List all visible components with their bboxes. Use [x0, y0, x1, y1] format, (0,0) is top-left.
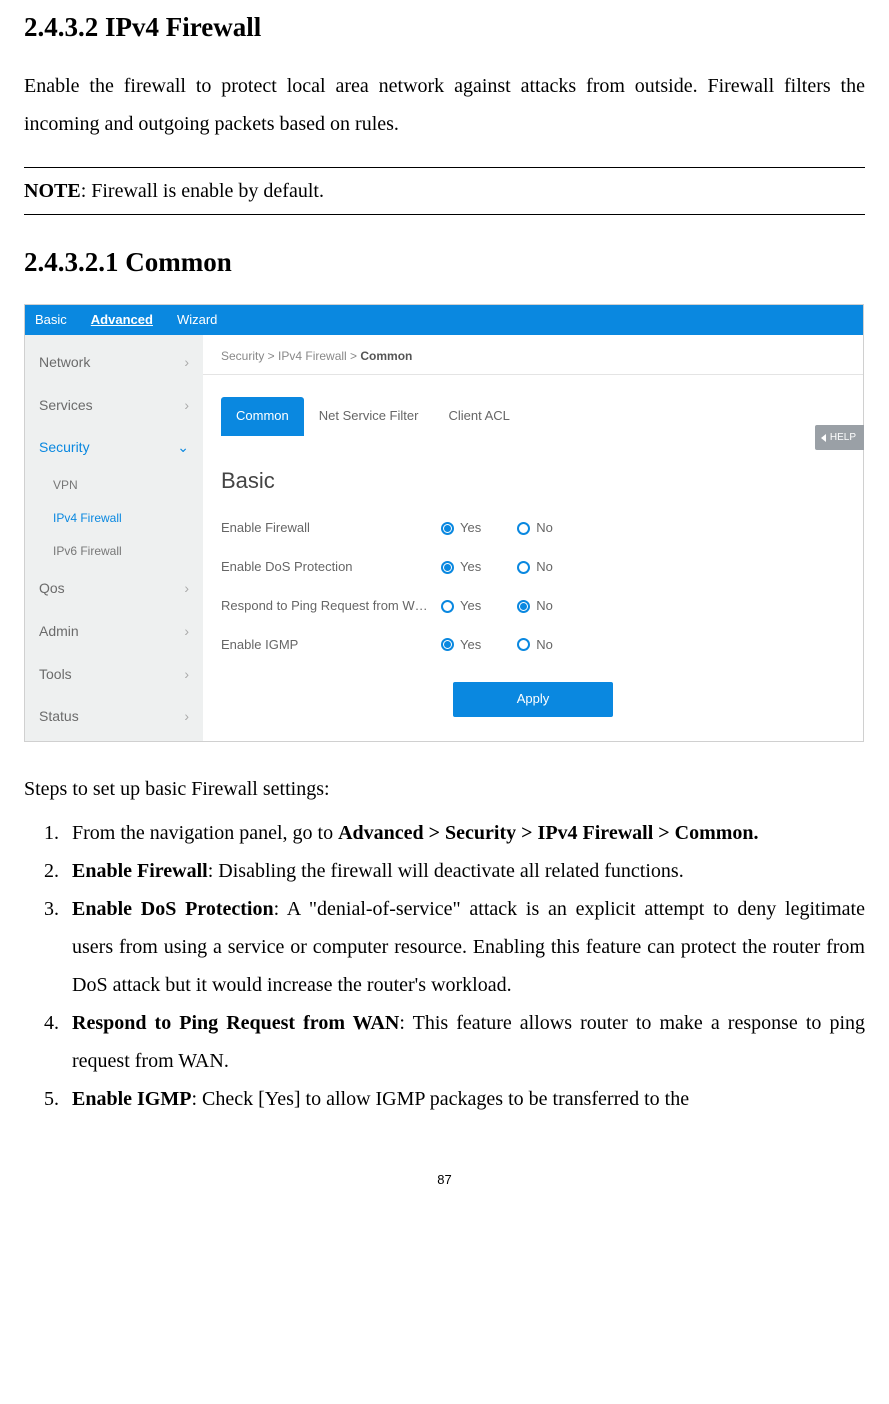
- tab-advanced[interactable]: Advanced: [91, 308, 153, 333]
- form-label: Enable IGMP: [221, 633, 441, 658]
- radio-dot-icon: [441, 638, 454, 651]
- sidebar-subitem-vpn[interactable]: VPN: [25, 469, 203, 502]
- page-number: 87: [24, 1168, 865, 1193]
- step-5: Enable IGMP: Check [Yes] to allow IGMP p…: [64, 1080, 865, 1118]
- basic-form: Enable Firewall Yes No Enable DoS Protec…: [203, 509, 863, 664]
- radio-dot-icon: [517, 522, 530, 535]
- top-tabs: Basic Advanced Wizard: [25, 305, 863, 335]
- form-row-enable-igmp: Enable IGMP Yes No: [221, 626, 845, 665]
- sidebar-item-admin[interactable]: Admin ›: [25, 610, 203, 653]
- subtab-net-service-filter[interactable]: Net Service Filter: [304, 397, 434, 436]
- radio-label: Yes: [460, 516, 481, 541]
- intro-paragraph: Enable the firewall to protect local are…: [24, 67, 865, 143]
- step-1: From the navigation panel, go to Advance…: [64, 814, 865, 852]
- form-row-enable-firewall: Enable Firewall Yes No: [221, 509, 845, 548]
- breadcrumb-path: Security > IPv4 Firewall >: [221, 349, 360, 363]
- radio-no[interactable]: No: [517, 633, 553, 658]
- form-label: Enable Firewall: [221, 516, 441, 541]
- radio-label: No: [536, 633, 553, 658]
- sidebar-item-tools[interactable]: Tools ›: [25, 653, 203, 696]
- chevron-right-icon: ›: [184, 575, 189, 602]
- step-2: Enable Firewall: Disabling the firewall …: [64, 852, 865, 890]
- chevron-right-icon: ›: [184, 349, 189, 376]
- triangle-left-icon: [821, 434, 826, 442]
- sidebar-item-status[interactable]: Status ›: [25, 695, 203, 738]
- sidebar-item-security[interactable]: Security ⌄: [25, 426, 203, 469]
- step-text: : Check [Yes] to allow IGMP packages to …: [191, 1088, 689, 1110]
- sidebar: Network › Services › Security ⌄ VPN IPv4 Fi…: [25, 335, 203, 741]
- sidebar-item-label: Security: [39, 434, 90, 461]
- sidebar-item-label: Network: [39, 349, 90, 376]
- step-text: From the navigation panel, go to: [72, 822, 338, 844]
- form-row-respond-ping: Respond to Ping Request from W… Yes No: [221, 587, 845, 626]
- breadcrumb-current: Common: [360, 349, 412, 363]
- sidebar-subitem-ipv6-firewall[interactable]: IPv6 Firewall: [25, 535, 203, 568]
- steps-list: From the navigation panel, go to Advance…: [24, 814, 865, 1118]
- radio-dot-icon: [517, 600, 530, 613]
- radio-dot-icon: [441, 600, 454, 613]
- radio-no[interactable]: No: [517, 516, 553, 541]
- radio-no[interactable]: No: [517, 594, 553, 619]
- subtab-client-acl[interactable]: Client ACL: [433, 397, 524, 436]
- step-4: Respond to Ping Request from WAN: This f…: [64, 1004, 865, 1080]
- panel-title: Basic: [203, 436, 863, 510]
- sidebar-item-label: Qos: [39, 575, 65, 602]
- help-label: HELP: [830, 428, 856, 447]
- chevron-right-icon: ›: [184, 392, 189, 419]
- help-button[interactable]: HELP: [815, 425, 864, 450]
- note-text: : Firewall is enable by default.: [81, 180, 324, 202]
- form-label: Respond to Ping Request from W…: [221, 594, 441, 619]
- radio-dot-icon: [517, 638, 530, 651]
- radio-dot-icon: [441, 522, 454, 535]
- radio-yes[interactable]: Yes: [441, 555, 481, 580]
- sidebar-subitem-ipv4-firewall[interactable]: IPv4 Firewall: [25, 502, 203, 535]
- breadcrumb: Security > IPv4 Firewall > Common: [203, 339, 863, 375]
- subtabs: Common Net Service Filter Client ACL: [203, 375, 863, 436]
- sidebar-item-qos[interactable]: Qos ›: [25, 567, 203, 610]
- note-label: NOTE: [24, 180, 81, 202]
- step-text: : Disabling the firewall will deactivate…: [208, 860, 684, 882]
- steps-intro: Steps to set up basic Firewall settings:: [24, 770, 865, 808]
- router-ui-screenshot: Basic Advanced Wizard Network › Services ›…: [24, 304, 864, 742]
- radio-yes[interactable]: Yes: [441, 516, 481, 541]
- form-row-enable-dos: Enable DoS Protection Yes No: [221, 548, 845, 587]
- main-panel: Security > IPv4 Firewall > Common Common…: [203, 335, 863, 741]
- step-bold: Enable Firewall: [72, 860, 208, 882]
- radio-dot-icon: [517, 561, 530, 574]
- subtab-common[interactable]: Common: [221, 397, 304, 436]
- radio-label: No: [536, 594, 553, 619]
- sidebar-item-services[interactable]: Services ›: [25, 384, 203, 427]
- step-bold: Advanced > Security > IPv4 Firewall > Co…: [338, 822, 758, 844]
- sidebar-item-label: Services: [39, 392, 93, 419]
- chevron-right-icon: ›: [184, 661, 189, 688]
- radio-yes[interactable]: Yes: [441, 594, 481, 619]
- step-3: Enable DoS Protection: A "denial-of-serv…: [64, 890, 865, 1004]
- chevron-right-icon: ›: [184, 703, 189, 730]
- apply-button[interactable]: Apply: [453, 682, 613, 717]
- chevron-down-icon: ⌄: [177, 434, 189, 461]
- radio-label: No: [536, 555, 553, 580]
- tab-basic[interactable]: Basic: [35, 308, 67, 333]
- radio-label: Yes: [460, 594, 481, 619]
- radio-no[interactable]: No: [517, 555, 553, 580]
- radio-label: Yes: [460, 633, 481, 658]
- step-bold: Enable DoS Protection: [72, 898, 274, 920]
- chevron-right-icon: ›: [184, 618, 189, 645]
- section-heading: 2.4.3.2 IPv4 Firewall: [24, 10, 865, 45]
- subsection-heading: 2.4.3.2.1 Common: [24, 245, 865, 280]
- radio-label: Yes: [460, 555, 481, 580]
- radio-dot-icon: [441, 561, 454, 574]
- radio-label: No: [536, 516, 553, 541]
- form-label: Enable DoS Protection: [221, 555, 441, 580]
- step-bold: Respond to Ping Request from WAN: [72, 1012, 399, 1034]
- sidebar-item-label: Status: [39, 703, 79, 730]
- sidebar-item-network[interactable]: Network ›: [25, 341, 203, 384]
- sidebar-item-label: Tools: [39, 661, 72, 688]
- tab-wizard[interactable]: Wizard: [177, 308, 217, 333]
- radio-yes[interactable]: Yes: [441, 633, 481, 658]
- sidebar-item-label: Admin: [39, 618, 79, 645]
- note-box: NOTE: Firewall is enable by default.: [24, 167, 865, 215]
- step-bold: Enable IGMP: [72, 1088, 191, 1110]
